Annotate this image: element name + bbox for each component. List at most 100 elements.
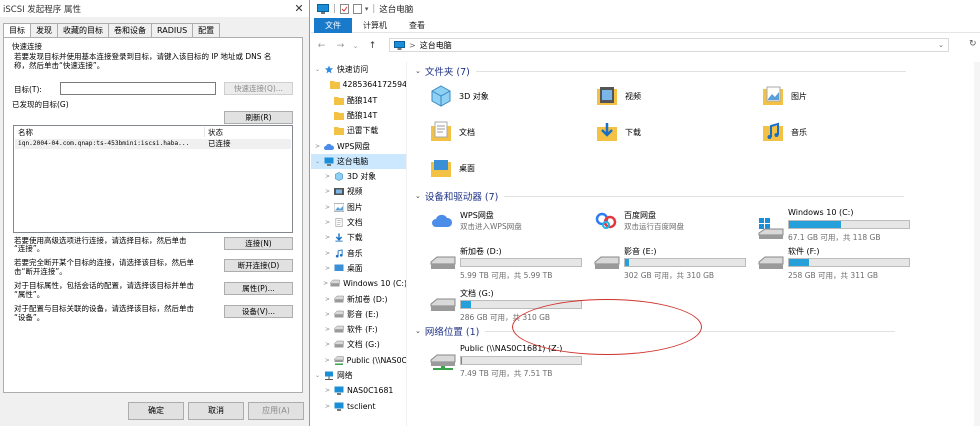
sidebar-item[interactable]: 4285364172594 — [311, 77, 406, 92]
folder-pictures[interactable]: 图片 — [761, 80, 921, 112]
refresh-icon[interactable]: ↻ — [969, 39, 977, 49]
ok-button[interactable]: 确定 — [128, 402, 184, 420]
drive-c[interactable]: Windows 10 (C:) 67.1 GB 可用，共 118 GB — [755, 208, 930, 248]
up-arrow-icon[interactable]: ↑ — [366, 41, 379, 51]
drive-d[interactable]: 新加卷 (D:) 5.99 TB 可用，共 5.99 TB — [427, 246, 602, 286]
discovered-targets-heading: 已发现的目标(G) — [12, 100, 69, 109]
folder-downloads[interactable]: 下载 — [595, 116, 755, 148]
devices-group-header[interactable]: ⌄ 设备和驱动器 (7) — [415, 189, 905, 203]
folder-documents[interactable]: 文档 — [429, 116, 589, 148]
chevron-icon[interactable]: > — [323, 173, 332, 180]
cancel-button[interactable]: 取消 — [188, 402, 244, 420]
back-arrow-icon[interactable]: ← — [315, 41, 328, 51]
sidebar-item[interactable]: > 文档 (G:) — [311, 337, 406, 352]
chevron-icon[interactable]: > — [323, 188, 332, 195]
sidebar-item[interactable]: > 桌面 — [311, 261, 406, 276]
column-header-name[interactable]: 名称 — [18, 128, 33, 137]
chevron-icon[interactable]: > — [323, 250, 332, 257]
tab-configuration[interactable]: 配置 — [192, 23, 221, 37]
devices-button[interactable]: 设备(V)... — [224, 305, 293, 318]
folder-videos[interactable]: 视频 — [595, 80, 755, 112]
refresh-button[interactable]: 刷新(R) — [224, 111, 293, 124]
close-icon[interactable]: ✕ — [289, 2, 309, 15]
breadcrumb-this-pc[interactable]: 这台电脑 — [420, 40, 452, 51]
network-locations-group-header[interactable]: ⌄ 网络位置 (1) — [415, 324, 896, 338]
chevron-icon[interactable]: > — [323, 357, 332, 364]
folders-group-header[interactable]: ⌄ 文件夹 (7) — [415, 64, 906, 78]
properties-icon[interactable] — [339, 3, 349, 14]
drive-g[interactable]: 文档 (G:) 286 GB 可用，共 310 GB — [427, 288, 602, 328]
chevron-icon[interactable]: > — [323, 204, 332, 211]
column-header-status[interactable]: 状态 — [208, 128, 223, 137]
sidebar-item[interactable]: > 新加卷 (D:) — [311, 292, 406, 307]
sidebar-item[interactable]: > 影音 (E:) — [311, 307, 406, 322]
chevron-icon[interactable]: ⌄ — [313, 66, 322, 73]
folder-3d-objects[interactable]: 3D 对象 — [429, 80, 589, 112]
baidu-drive-item[interactable]: 百度网盘 双击运行百度网盘 — [591, 208, 766, 238]
sidebar-item[interactable]: ⌄ 网络 — [311, 368, 406, 383]
address-dropdown-icon[interactable]: ⌄ — [938, 41, 944, 49]
tab-targets[interactable]: 目标 — [3, 23, 31, 38]
chevron-icon[interactable]: > — [323, 403, 332, 410]
chevron-icon[interactable]: > — [323, 219, 332, 226]
wps-drive-item[interactable]: WPS网盘 双击进入WPS网盘 — [427, 208, 602, 238]
drive-usage-bar — [460, 258, 582, 267]
chevron-icon[interactable]: ⌄ — [313, 158, 322, 165]
sidebar-item[interactable]: 酷狼14T — [311, 108, 406, 123]
folder-music[interactable]: 音乐 — [761, 116, 921, 148]
apply-button[interactable]: 应用(A) — [248, 402, 304, 420]
table-row[interactable]: iqn.2004-04.com.qnap:ts-453bmini:iscsi.h… — [15, 139, 291, 149]
sidebar-item[interactable]: > 文档 — [311, 215, 406, 230]
sidebar-item[interactable]: > Windows 10 (C:) — [311, 276, 407, 291]
tab-favorite-targets[interactable]: 收藏的目标 — [57, 23, 109, 37]
sidebar-item-label: Windows 10 (C:) — [343, 279, 407, 289]
sidebar-item[interactable]: > WPS网盘 — [311, 139, 406, 154]
drive-f[interactable]: 软件 (F:) 258 GB 可用，共 311 GB — [755, 246, 930, 286]
properties-button[interactable]: 属性(P)... — [224, 282, 293, 295]
chevron-icon[interactable]: > — [323, 265, 332, 272]
chevron-icon[interactable]: > — [313, 143, 322, 150]
target-input[interactable] — [60, 82, 216, 95]
network-drive-z[interactable]: Public (\\NAS0C1681) (Z:) 7.49 TB 可用，共 7… — [427, 344, 602, 384]
sidebar-item[interactable]: > tsclient — [311, 399, 406, 414]
tab-discovery[interactable]: 发现 — [30, 23, 58, 37]
chevron-icon[interactable]: > — [323, 326, 332, 333]
hard-drive-icon — [430, 298, 456, 311]
sidebar-item[interactable]: ⌄ 快速访问 — [311, 62, 406, 77]
sidebar-item[interactable]: > Public (\\NAS0C — [311, 353, 406, 368]
quick-connect-button[interactable]: 快速连接(Q)... — [224, 82, 293, 95]
ribbon-tab-computer[interactable]: 计算机 — [352, 18, 398, 33]
disconnect-button[interactable]: 断开连接(D) — [224, 259, 293, 272]
discovered-targets-list[interactable]: 名称 状态 iqn.2004-04.com.qnap:ts-453bmini:i… — [13, 125, 293, 233]
chevron-icon[interactable]: > — [323, 341, 332, 348]
sidebar-item-label: 影音 (E:) — [347, 309, 379, 319]
ribbon-tab-view[interactable]: 查看 — [398, 18, 436, 33]
ribbon-tab-file[interactable]: 文件 — [314, 18, 352, 33]
recent-locations-icon[interactable]: ⌄ — [349, 42, 362, 50]
new-folder-icon[interactable] — [352, 3, 362, 14]
tab-volumes-devices[interactable]: 卷和设备 — [108, 23, 152, 37]
sidebar-item[interactable]: >3D 对象 — [311, 169, 406, 184]
quick-access-toolbar-dropdown[interactable]: ▾ — [365, 5, 369, 13]
sidebar-item[interactable]: > 音乐 — [311, 246, 406, 261]
chevron-icon[interactable]: > — [323, 311, 332, 318]
sidebar-item[interactable]: > 软件 (F:) — [311, 322, 406, 337]
address-bar[interactable]: > 这台电脑 ⌄ — [389, 38, 949, 52]
sidebar-item[interactable]: > 图片 — [311, 200, 406, 215]
tab-radius[interactable]: RADIUS — [151, 23, 194, 37]
drive-e[interactable]: 影音 (E:) 302 GB 可用，共 310 GB — [591, 246, 766, 286]
chevron-icon[interactable]: > — [323, 234, 332, 241]
sidebar-item[interactable]: > 下载 — [311, 230, 406, 245]
folder-desktop[interactable]: 桌面 — [429, 152, 589, 184]
sidebar-item[interactable]: > 视频 — [311, 184, 406, 199]
sidebar-item[interactable]: 酷狼14T — [311, 93, 406, 108]
sidebar-item[interactable]: ⌄ 这台电脑 — [311, 153, 406, 169]
sidebar-item[interactable]: > NAS0C1681 — [311, 383, 406, 398]
connect-button[interactable]: 连接(N) — [224, 237, 293, 250]
forward-arrow-icon[interactable]: → — [334, 41, 347, 51]
chevron-icon[interactable]: ⌄ — [313, 372, 322, 379]
sidebar-item[interactable]: 迅雷下载 — [311, 123, 406, 138]
chevron-icon[interactable]: > — [323, 387, 332, 394]
chevron-icon[interactable]: > — [323, 296, 332, 303]
vertical-scrollbar[interactable] — [974, 62, 980, 426]
